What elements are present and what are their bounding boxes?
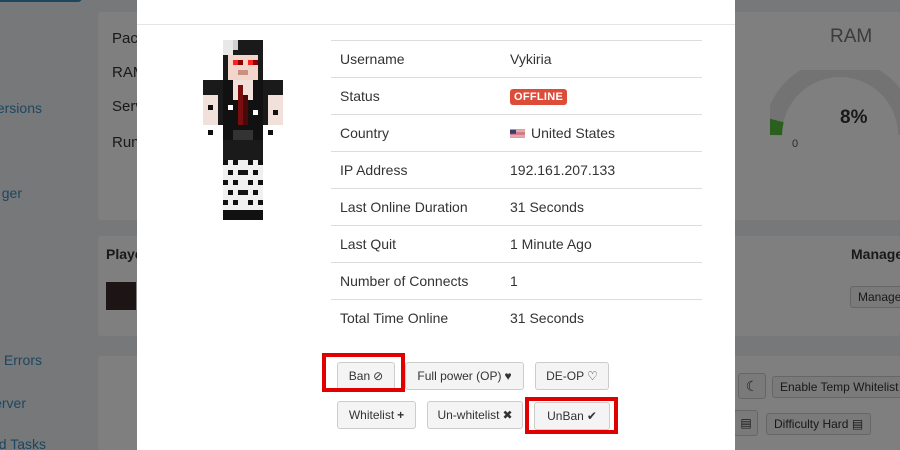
last-quit-value: 1 Minute Ago	[510, 236, 592, 252]
username-label: Username	[340, 51, 405, 67]
full-power-op-button[interactable]: Full power (OP) ♥	[405, 362, 524, 390]
us-flag-icon	[510, 129, 525, 138]
un-whitelist-button[interactable]: Un-whitelist ✖	[427, 401, 523, 429]
last-quit-label: Last Quit	[340, 236, 397, 252]
ip-address-label: IP Address	[340, 162, 408, 178]
modal-header-divider	[137, 24, 735, 25]
deop-button[interactable]: DE-OP ♡	[535, 362, 609, 390]
un-whitelist-label: Un-whitelist	[437, 408, 500, 422]
table-row: Last Quit 1 Minute Ago	[331, 225, 702, 263]
whitelist-button[interactable]: Whitelist +	[337, 401, 416, 429]
country-cell: United States	[501, 115, 702, 152]
total-time-online-label: Total Time Online	[340, 310, 449, 327]
deop-label: DE-OP	[546, 369, 585, 383]
last-online-duration-label: Last Online Duration	[340, 199, 468, 215]
status-badge: OFFLINE	[510, 89, 568, 105]
number-of-connects-label: Number of Connects	[340, 273, 469, 289]
whitelist-label: Whitelist	[348, 408, 395, 422]
number-of-connects-value: 1	[510, 273, 518, 289]
country-value: United States	[531, 125, 616, 141]
table-row: IP Address 192.161.207.133	[331, 151, 702, 189]
total-time-online-value: 31 Seconds	[510, 310, 584, 327]
full-power-op-label: Full power (OP)	[417, 369, 502, 383]
heart-outline-icon: ♡	[587, 369, 598, 383]
table-row: Username Vykiria	[331, 40, 702, 78]
username-value: Vykiria	[510, 51, 552, 67]
table-row: Total Time Online 31 Seconds	[331, 299, 702, 337]
player-info-table: Username Vykiria Status OFFLINE Country …	[331, 40, 702, 337]
unban-highlight-box	[525, 397, 618, 434]
country-label: Country	[340, 125, 390, 141]
ip-address-value: 192.161.207.133	[510, 162, 616, 178]
ban-highlight-box	[322, 353, 405, 392]
table-row: Number of Connects 1	[331, 262, 702, 300]
table-row: Last Online Duration 31 Seconds	[331, 188, 702, 226]
times-icon: ✖	[502, 408, 513, 422]
player-skin-image	[203, 40, 283, 220]
table-row: Status OFFLINE	[331, 77, 702, 115]
heart-icon: ♥	[504, 369, 512, 383]
status-cell: OFFLINE	[501, 78, 702, 115]
player-info-modal: Username Vykiria Status OFFLINE Country …	[137, 0, 735, 450]
last-online-duration-value: 31 Seconds	[510, 199, 584, 215]
table-row: Country United States	[331, 114, 702, 152]
status-label: Status	[340, 88, 380, 104]
plus-icon: +	[397, 408, 405, 422]
